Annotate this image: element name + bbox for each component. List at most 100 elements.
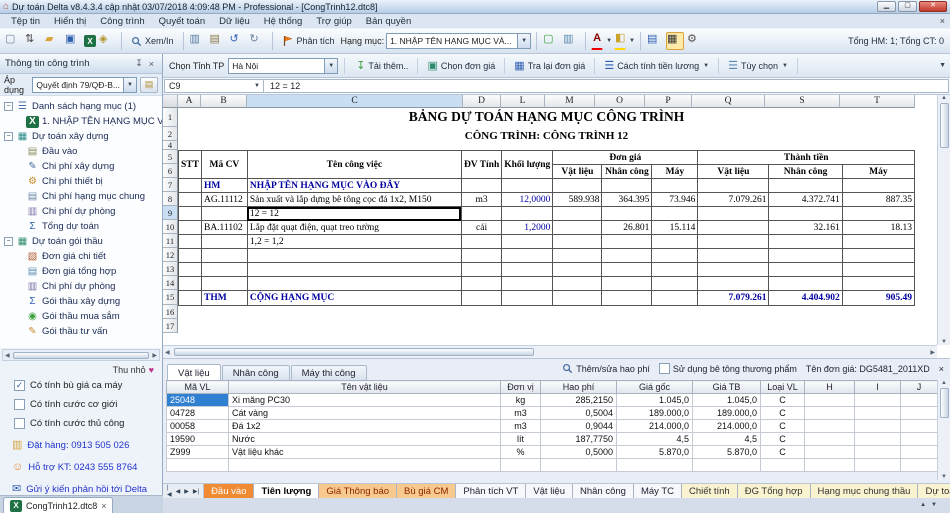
cell-name-box[interactable]: C9 ▼ — [164, 79, 264, 93]
row-header-11[interactable]: 11 — [163, 234, 178, 248]
material-column-header[interactable]: Mã VL — [167, 381, 229, 394]
chevron-down-icon[interactable]: ▼ — [251, 83, 263, 89]
paste-icon[interactable]: ▤ — [209, 32, 227, 50]
cell-C8[interactable]: Sản xuất và lắp dựng bê tông cọc đá 1x2,… — [247, 193, 461, 207]
checkbox-icon[interactable] — [14, 418, 25, 429]
cell-A11[interactable] — [179, 235, 202, 249]
cell-A12[interactable] — [179, 249, 202, 263]
material-cell[interactable]: C — [761, 420, 805, 433]
notebook-icon[interactable]: ▤ — [646, 32, 664, 50]
cell-L9[interactable] — [502, 207, 553, 221]
tree-item[interactable]: ▧Đơn giá chi tiết — [4, 249, 162, 264]
cell-Q11[interactable] — [698, 235, 769, 249]
cell-T12[interactable] — [842, 249, 914, 263]
pin-icon[interactable]: ↧ — [132, 58, 146, 69]
material-cell[interactable]: C — [761, 433, 805, 446]
material-cell[interactable] — [855, 394, 901, 407]
material-column-header[interactable]: Hao phí — [541, 381, 617, 394]
tree-item[interactable]: ✎Gói thầu tư vấn — [4, 324, 162, 339]
column-header-C[interactable]: C — [247, 95, 463, 108]
cell-Q9[interactable] — [698, 207, 769, 221]
cell-S8[interactable]: 4.372.741 — [769, 193, 842, 207]
material-column-header[interactable]: H — [805, 381, 855, 394]
column-header-T[interactable]: T — [840, 95, 915, 108]
contact-link[interactable]: ☺Hỗ trợ KT: 0243 555 8764 — [12, 461, 162, 473]
cell-A9[interactable] — [179, 207, 202, 221]
tree-item[interactable]: ⚙Chi phí thiết bị — [4, 174, 162, 189]
scrollbar-thumb[interactable] — [174, 348, 534, 356]
material-cell[interactable]: 0,9044 — [541, 420, 617, 433]
scroll-down-icon[interactable]: ▼ — [939, 339, 949, 345]
material-cell[interactable]: 5.870,0 — [617, 446, 693, 459]
tree-item[interactable]: ◉Gói thầu mua sắm — [4, 309, 162, 324]
material-cell[interactable]: kg — [501, 394, 541, 407]
contact-link[interactable]: ▥Đặt hàng: 0913 505 026 — [12, 439, 162, 451]
scroll-right-icon[interactable]: ▶ — [150, 352, 159, 359]
cell-Q13[interactable] — [698, 263, 769, 277]
cell-S11[interactable] — [769, 235, 842, 249]
material-cell[interactable] — [901, 407, 938, 420]
tree-item[interactable]: ✎Chi phí xây dựng — [4, 159, 162, 174]
tree-item[interactable]: ▥Chi phí dự phòng — [4, 204, 162, 219]
cell-T13[interactable] — [842, 263, 914, 277]
material-cell[interactable] — [167, 459, 229, 472]
cell-M15[interactable] — [553, 291, 602, 306]
cell-M10[interactable] — [553, 221, 602, 235]
first-sheet-icon[interactable]: |◀ — [166, 485, 173, 498]
cell-Q12[interactable] — [698, 249, 769, 263]
cell-C13[interactable] — [247, 263, 461, 277]
cell-O8[interactable]: 364.395 — [602, 193, 652, 207]
material-cell[interactable]: 5.870,0 — [693, 446, 761, 459]
tree-expander-icon[interactable]: − — [4, 102, 13, 111]
scroll-right-icon[interactable]: ▶ — [928, 349, 937, 356]
menu-item[interactable]: Quyết toán — [152, 16, 212, 27]
cell-S15[interactable]: 4.404.902 — [769, 291, 842, 306]
row-header-2[interactable]: 2 — [163, 127, 178, 141]
row-header-16[interactable]: 16 — [163, 305, 178, 319]
cost-tab[interactable]: Máy thi công — [291, 365, 367, 380]
scrollbar-thumb[interactable] — [940, 103, 949, 148]
material-cell[interactable] — [901, 394, 938, 407]
cell-A15[interactable] — [179, 291, 202, 306]
material-cell[interactable]: lít — [501, 433, 541, 446]
table-header-cell[interactable]: Máy — [652, 165, 698, 179]
cell-P12[interactable] — [652, 249, 698, 263]
cell-B11[interactable] — [201, 235, 247, 249]
row-header-1[interactable]: 1 — [163, 108, 178, 127]
view-print-button[interactable]: Xem/In — [127, 32, 178, 50]
cell-D8[interactable]: m3 — [461, 193, 501, 207]
tree-item[interactable]: −☰Danh sách hạng mục (1) — [4, 99, 162, 114]
material-cell[interactable]: 4,5 — [693, 433, 761, 446]
cell-T11[interactable] — [842, 235, 914, 249]
row-header-4[interactable]: 4 — [163, 141, 178, 150]
material-cell[interactable]: 1.045,0 — [693, 394, 761, 407]
sheet-tab[interactable]: Giá Thông báo — [319, 484, 397, 498]
sheet-tab[interactable]: Đầu vào — [204, 484, 254, 498]
option-checkbox[interactable]: Có tính cước cơ giới — [14, 399, 162, 410]
cell-D11[interactable] — [461, 235, 501, 249]
toolbar-button-options[interactable]: ☰Tùy chọn▼ — [723, 57, 793, 75]
sheet-tab[interactable]: Tiên lượng — [254, 484, 319, 498]
cell-Q8[interactable]: 7.079.261 — [698, 193, 769, 207]
checkbox-icon[interactable] — [14, 399, 25, 410]
material-cell[interactable] — [805, 433, 855, 446]
material-column-header[interactable]: I — [855, 381, 901, 394]
menu-item[interactable]: Công trình — [93, 16, 151, 27]
column-header-P[interactable]: P — [645, 95, 692, 108]
price-list-close-icon[interactable]: × — [939, 364, 944, 374]
cell-T8[interactable]: 887.35 — [842, 193, 914, 207]
cell-C11[interactable]: 1,2 = 1,2 — [247, 235, 461, 249]
row-header-12[interactable]: 12 — [163, 248, 178, 262]
cell-Q15[interactable]: 7.079.261 — [698, 291, 769, 306]
table-header-cell[interactable]: STT — [179, 151, 202, 179]
sheet-tab[interactable]: Bù giá CM — [397, 484, 456, 498]
material-column-header[interactable]: Đơn vị — [501, 381, 541, 394]
material-cell[interactable]: Z999 — [167, 446, 229, 459]
cell-S13[interactable] — [769, 263, 842, 277]
material-cell[interactable] — [805, 459, 855, 472]
material-cell[interactable] — [541, 459, 617, 472]
redo-icon[interactable]: ↻ — [249, 32, 267, 50]
cell-T9[interactable] — [842, 207, 914, 221]
material-cell[interactable]: Cát vàng — [229, 407, 501, 420]
material-cell[interactable]: 285,2150 — [541, 394, 617, 407]
